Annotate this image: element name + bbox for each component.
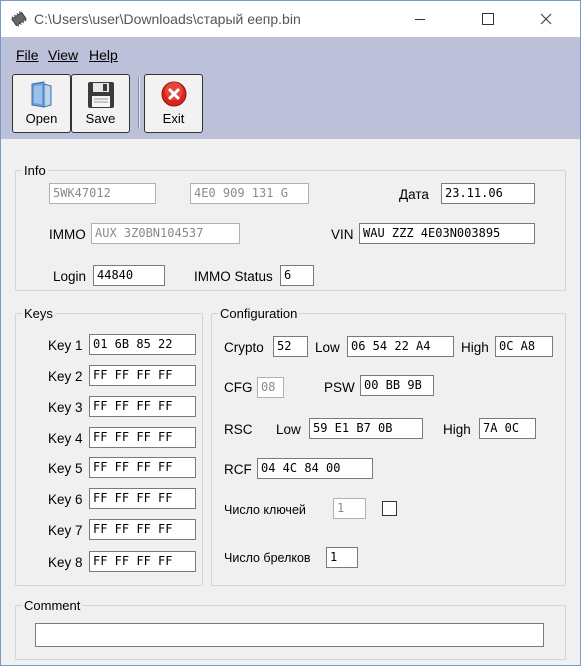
key-1-label: Key 1 bbox=[48, 338, 83, 353]
psw-field[interactable]: 00 BB 9B bbox=[360, 375, 434, 396]
maximize-button[interactable] bbox=[465, 1, 511, 37]
close-button[interactable] bbox=[523, 1, 569, 37]
window-title: C:\Users\user\Downloads\старый еепр.bin bbox=[34, 11, 301, 27]
key-1-field[interactable]: 01 6B 85 22 bbox=[89, 334, 196, 355]
psw-label: PSW bbox=[324, 380, 355, 395]
crypto-label: Crypto bbox=[224, 340, 264, 355]
key-7-field[interactable]: FF FF FF FF bbox=[89, 519, 196, 540]
menu-view[interactable]: View bbox=[48, 47, 78, 63]
key-3-field[interactable]: FF FF FF FF bbox=[89, 396, 196, 417]
floppy-disk-icon bbox=[88, 82, 114, 108]
crypto-low-field[interactable]: 06 54 22 A4 bbox=[347, 336, 454, 357]
immo-label: IMMO bbox=[49, 227, 86, 242]
eeprom-chip-icon bbox=[11, 11, 27, 27]
configuration-title: Configuration bbox=[220, 306, 298, 321]
rsc-high-field[interactable]: 7A 0C bbox=[479, 418, 536, 439]
key-7-label: Key 7 bbox=[48, 523, 83, 538]
toolbar: Open Save Exit bbox=[1, 69, 580, 139]
part-number-field[interactable]: 4E0 909 131 G bbox=[190, 183, 309, 204]
rsc-high-label: High bbox=[443, 422, 471, 437]
num-keys-field[interactable]: 1 bbox=[333, 498, 366, 519]
key-2-field[interactable]: FF FF FF FF bbox=[89, 365, 196, 386]
key-6-label: Key 6 bbox=[48, 492, 83, 507]
vin-field[interactable]: WAU ZZZ 4E03N003895 bbox=[359, 223, 535, 244]
exit-x-icon bbox=[161, 81, 187, 107]
open-label: Open bbox=[25, 111, 58, 126]
key-5-label: Key 5 bbox=[48, 461, 83, 476]
rsc-low-label: Low bbox=[276, 422, 301, 437]
info-title: Info bbox=[24, 163, 46, 178]
comment-title: Comment bbox=[24, 598, 81, 613]
exit-label: Exit bbox=[162, 111, 185, 126]
main-content: Info 5WK47012 4E0 909 131 G Дата 23.11.0… bbox=[1, 139, 580, 665]
cfg-label: CFG bbox=[224, 380, 253, 395]
close-icon bbox=[540, 13, 552, 25]
key-5-field[interactable]: FF FF FF FF bbox=[89, 457, 196, 478]
date-label: Дата bbox=[399, 187, 429, 202]
exit-button[interactable]: Exit bbox=[144, 74, 203, 133]
crypto-low-label: Low bbox=[315, 340, 340, 355]
ecu-number-field[interactable]: 5WK47012 bbox=[49, 183, 156, 204]
immo-field[interactable]: AUX 3Z0BN104537 bbox=[91, 223, 240, 244]
num-fobs-label: Число брелков bbox=[224, 551, 311, 565]
maximize-icon bbox=[482, 13, 494, 25]
key-3-label: Key 3 bbox=[48, 400, 83, 415]
save-label: Save bbox=[85, 111, 116, 126]
immo-status-label: IMMO Status bbox=[194, 269, 273, 284]
rcf-field[interactable]: 04 4C 84 00 bbox=[257, 458, 373, 479]
crypto-high-field[interactable]: 0C A8 bbox=[495, 336, 553, 357]
open-button[interactable]: Open bbox=[12, 74, 71, 133]
num-keys-label: Число ключей bbox=[224, 503, 306, 517]
key-8-field[interactable]: FF FF FF FF bbox=[89, 551, 196, 572]
immo-status-field[interactable]: 6 bbox=[280, 265, 314, 286]
menu-bar: File View Help bbox=[1, 37, 580, 69]
keys-title: Keys bbox=[24, 306, 53, 321]
rcf-label: RCF bbox=[224, 462, 252, 477]
vin-label: VIN bbox=[331, 227, 354, 242]
login-label: Login bbox=[53, 269, 87, 284]
menu-file[interactable]: File bbox=[16, 47, 39, 63]
rsc-low-field[interactable]: 59 E1 B7 0B bbox=[309, 418, 423, 439]
cfg-field[interactable]: 08 bbox=[257, 377, 284, 398]
crypto-field[interactable]: 52 bbox=[273, 336, 308, 357]
open-folder-icon bbox=[31, 81, 52, 108]
key-4-label: Key 4 bbox=[48, 431, 83, 446]
key-2-label: Key 2 bbox=[48, 369, 83, 384]
key-6-field[interactable]: FF FF FF FF bbox=[89, 488, 196, 509]
toolbar-separator bbox=[138, 77, 140, 129]
rsc-label: RSC bbox=[224, 422, 253, 437]
key-4-field[interactable]: FF FF FF FF bbox=[89, 427, 196, 448]
num-keys-checkbox[interactable] bbox=[382, 501, 397, 516]
date-field[interactable]: 23.11.06 bbox=[441, 183, 535, 204]
app-window: C:\Users\user\Downloads\старый еепр.bin … bbox=[0, 0, 581, 666]
title-bar[interactable]: C:\Users\user\Downloads\старый еепр.bin bbox=[1, 1, 580, 37]
num-fobs-field[interactable]: 1 bbox=[326, 547, 358, 568]
minimize-button[interactable] bbox=[397, 1, 443, 37]
minimize-icon bbox=[415, 19, 425, 20]
save-button[interactable]: Save bbox=[71, 74, 130, 133]
menu-help[interactable]: Help bbox=[89, 47, 118, 63]
comment-field[interactable] bbox=[35, 623, 544, 647]
login-field[interactable]: 44840 bbox=[93, 265, 165, 286]
key-8-label: Key 8 bbox=[48, 555, 83, 570]
crypto-high-label: High bbox=[461, 340, 489, 355]
